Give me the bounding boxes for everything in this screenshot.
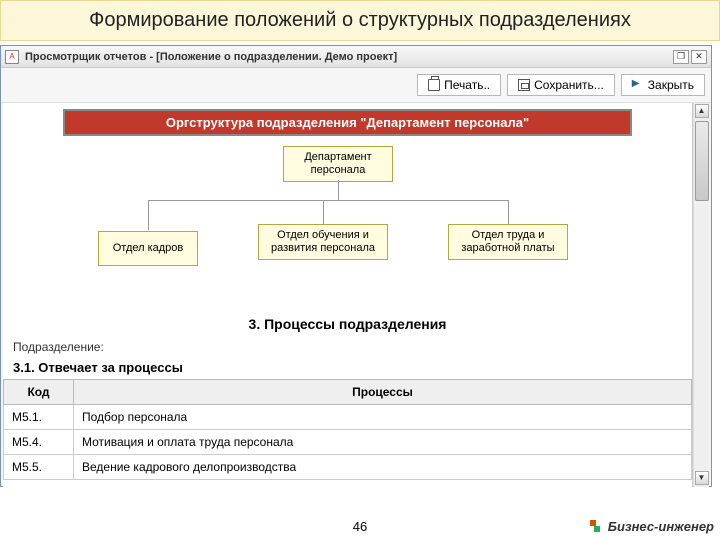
slide-title: Формирование положений о структурных под… xyxy=(0,0,720,41)
cell-code: М5.5. xyxy=(4,455,74,480)
subdivision-label: Подразделение: xyxy=(3,338,692,356)
cell-code: М5.1. xyxy=(4,405,74,430)
table-row: М5.1. Подбор персонала xyxy=(4,405,692,430)
report-content: Оргструктура подразделения "Департамент … xyxy=(3,103,693,487)
connector xyxy=(323,200,324,224)
col-code: Код xyxy=(4,380,74,405)
printer-icon xyxy=(428,79,440,91)
close-button[interactable]: Закрыть xyxy=(621,74,705,96)
org-node-child: Отдел труда и заработной платы xyxy=(448,224,568,260)
restore-button[interactable]: ❐ xyxy=(673,50,689,64)
close-window-button[interactable]: ✕ xyxy=(691,50,707,64)
report-viewport: Оргструктура подразделения "Департамент … xyxy=(3,103,709,487)
scroll-up-arrow[interactable]: ▲ xyxy=(695,104,709,118)
subsection-heading: 3.1. Отвечает за процессы xyxy=(3,356,692,379)
close-label: Закрыть xyxy=(648,78,694,92)
connector xyxy=(148,200,149,230)
org-node-child: Отдел обучения и развития персонала xyxy=(258,224,388,260)
connector xyxy=(148,200,508,201)
cell-code: М5.4. xyxy=(4,430,74,455)
vertical-scrollbar[interactable]: ▲ ▼ xyxy=(693,103,709,487)
brand-text: Бизнес-инженер xyxy=(608,519,714,534)
process-table: Код Процессы М5.1. Подбор персонала М5.4… xyxy=(3,379,692,480)
cell-proc: Подбор персонала xyxy=(74,405,692,430)
close-icon xyxy=(632,79,644,91)
scroll-thumb[interactable] xyxy=(695,121,709,201)
app-icon: А xyxy=(5,50,19,64)
save-label: Сохранить... xyxy=(534,78,604,92)
brand-logo-icon xyxy=(590,520,604,534)
org-node-root: Департамент персонала xyxy=(283,146,393,182)
org-node-child: Отдел кадров xyxy=(98,231,198,266)
connector xyxy=(338,180,339,200)
window-title: Просмотрщик отчетов - [Положение о подра… xyxy=(25,51,671,63)
table-row: М5.5. Ведение кадрового делопроизводства xyxy=(4,455,692,480)
connector xyxy=(508,200,509,224)
cell-proc: Мотивация и оплата труда персонала xyxy=(74,430,692,455)
section-heading: 3. Процессы подразделения xyxy=(3,316,692,332)
org-chart-title: Оргструктура подразделения "Департамент … xyxy=(63,109,632,136)
org-chart: Департамент персонала Отдел кадров Отдел… xyxy=(3,146,692,306)
cell-proc: Ведение кадрового делопроизводства xyxy=(74,455,692,480)
page-number: 46 xyxy=(353,519,367,534)
window-titlebar: А Просмотрщик отчетов - [Положение о под… xyxy=(1,46,711,68)
app-window: А Просмотрщик отчетов - [Положение о под… xyxy=(0,45,712,487)
col-process: Процессы xyxy=(74,380,692,405)
toolbar: Печать.. Сохранить... Закрыть xyxy=(1,68,711,103)
save-button[interactable]: Сохранить... xyxy=(507,74,615,96)
scroll-down-arrow[interactable]: ▼ xyxy=(695,471,709,485)
print-button[interactable]: Печать.. xyxy=(417,74,501,96)
save-icon xyxy=(518,79,530,91)
brand: Бизнес-инженер xyxy=(590,519,714,534)
print-label: Печать.. xyxy=(444,78,490,92)
slide-footer: 46 Бизнес-инженер xyxy=(0,519,720,534)
table-row: М5.4. Мотивация и оплата труда персонала xyxy=(4,430,692,455)
table-header-row: Код Процессы xyxy=(4,380,692,405)
